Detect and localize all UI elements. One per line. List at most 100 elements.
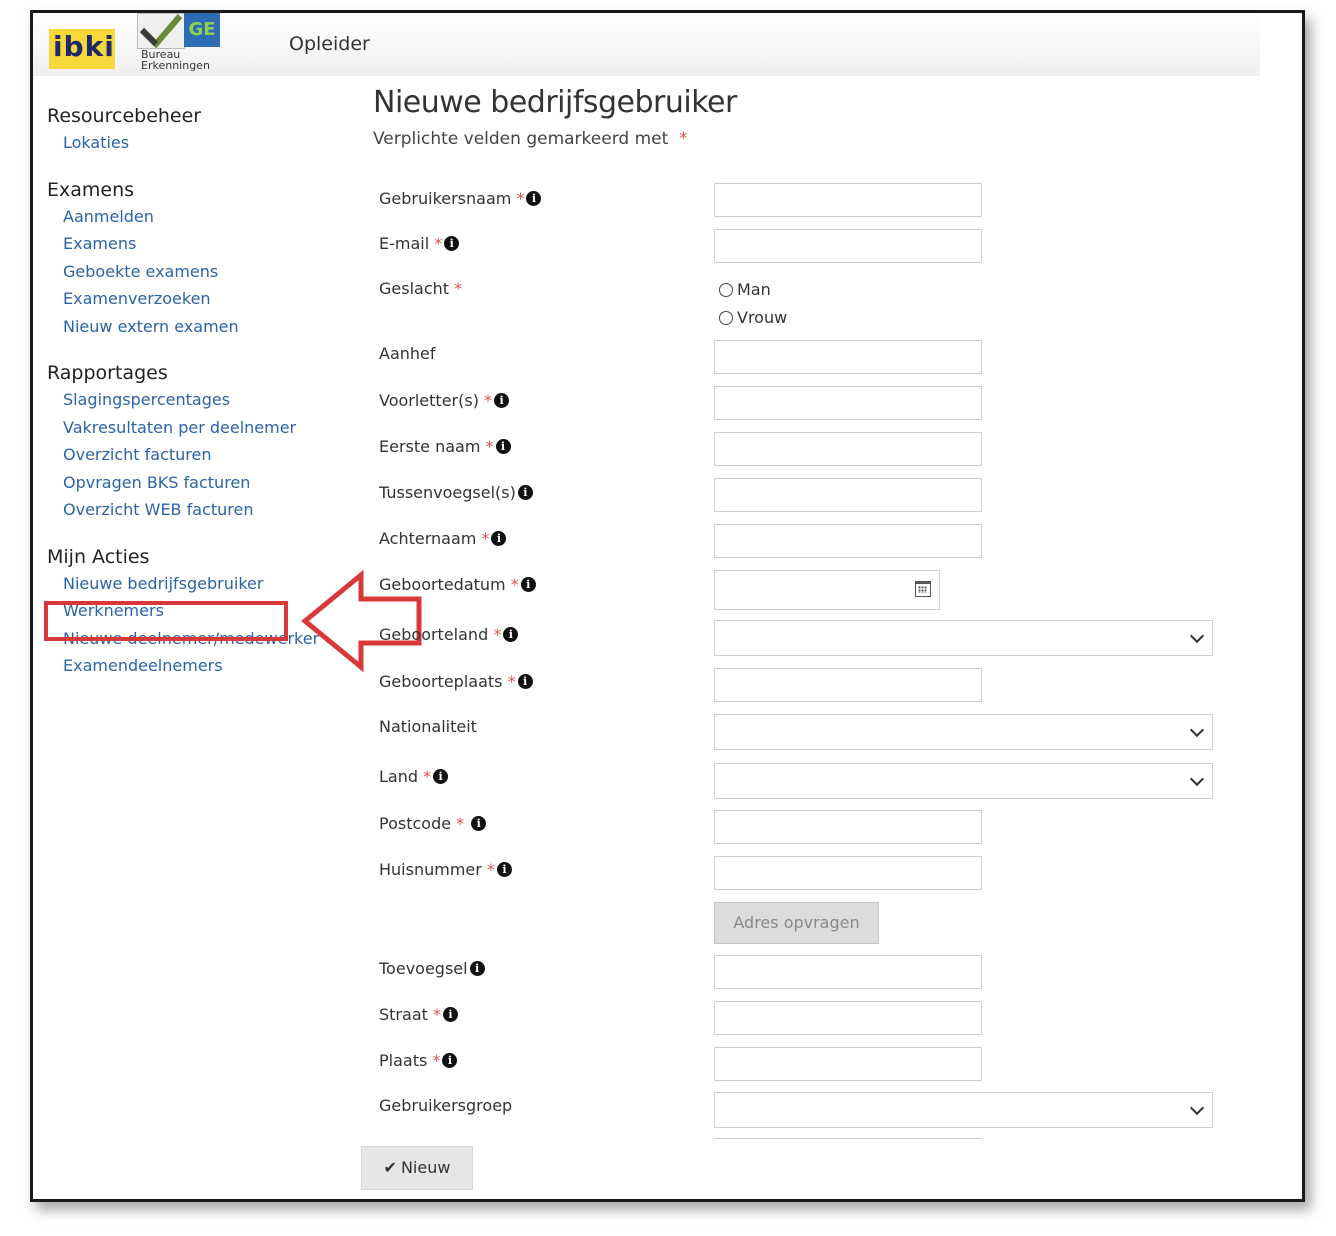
plaats-input[interactable] xyxy=(714,1047,982,1081)
label-huisnummer: Huisnummer * i xyxy=(379,860,512,879)
label-text: Geboorteland xyxy=(379,625,489,644)
info-icon[interactable]: i xyxy=(471,816,487,831)
label-straat: Straat * i xyxy=(379,1005,458,1024)
sidebar-item-nieuw-extern-examen[interactable]: Nieuw extern examen xyxy=(47,313,347,341)
info-icon[interactable]: i xyxy=(442,1053,458,1068)
info-icon[interactable]: i xyxy=(469,961,485,976)
chevron-down-icon xyxy=(1189,628,1205,644)
label-text: Tussenvoegsel(s) xyxy=(379,483,516,502)
geboortedatum-input[interactable] xyxy=(714,570,940,610)
info-icon[interactable]: i xyxy=(495,439,511,454)
sidebar-item-overzicht-facturen[interactable]: Overzicht facturen xyxy=(47,441,347,469)
label-text: Nationaliteit xyxy=(379,717,477,736)
info-icon[interactable]: i xyxy=(496,862,512,877)
required-asterisk: * xyxy=(510,575,519,594)
gender-option-man[interactable]: Man xyxy=(719,279,771,301)
required-asterisk: * xyxy=(456,814,465,833)
sidebar-item-web-facturen[interactable]: Overzicht WEB facturen xyxy=(47,496,347,524)
gender-option-vrouw[interactable]: Vrouw xyxy=(719,307,787,329)
gebruikersgroep-select[interactable] xyxy=(714,1092,1213,1128)
nieuw-button-label: Nieuw xyxy=(400,1158,451,1177)
label-text: Plaats xyxy=(379,1051,428,1070)
required-asterisk: * xyxy=(434,234,443,253)
info-icon[interactable]: i xyxy=(433,769,449,784)
email-input[interactable] xyxy=(714,229,982,263)
info-icon[interactable]: i xyxy=(444,236,460,251)
cut-off-field xyxy=(714,1138,982,1142)
label-text: Gebruikersnaam xyxy=(379,189,512,208)
label-email: E-mail * i xyxy=(379,234,460,253)
required-asterisk: * xyxy=(454,279,463,298)
sidebar-item-lokaties[interactable]: Lokaties xyxy=(47,129,347,157)
sidebar-item-slagingspercentages[interactable]: Slagingspercentages xyxy=(47,386,347,414)
postcode-input[interactable] xyxy=(714,810,982,844)
label-text: Achternaam xyxy=(379,529,477,548)
sidebar-item-vakresultaten[interactable]: Vakresultaten per deelnemer xyxy=(47,414,347,442)
label-text: Geboorteplaats xyxy=(379,672,503,691)
eerste-naam-input[interactable] xyxy=(714,432,982,466)
required-asterisk: * xyxy=(432,1005,441,1024)
geboorteland-select[interactable] xyxy=(714,620,1213,656)
label-text: Aanhef xyxy=(379,344,436,363)
nieuw-button[interactable]: ✔ Nieuw xyxy=(361,1146,473,1190)
logo-caption: Bureau Erkenningen xyxy=(141,49,210,71)
sidebar-group-title: Rapportages xyxy=(47,362,168,384)
info-icon[interactable]: i xyxy=(517,674,533,689)
sidebar-item-examenverzoeken[interactable]: Examenverzoeken xyxy=(47,285,347,313)
adres-opvragen-button[interactable]: Adres opvragen xyxy=(714,902,879,944)
role-label: Opleider xyxy=(289,33,370,55)
radio-label: Man xyxy=(737,280,771,299)
land-select[interactable] xyxy=(714,763,1213,799)
radio-man[interactable] xyxy=(719,283,733,297)
sidebar-item-examens[interactable]: Examens xyxy=(47,230,347,258)
info-icon[interactable]: i xyxy=(442,1007,458,1022)
straat-input[interactable] xyxy=(714,1001,982,1035)
achternaam-input[interactable] xyxy=(714,524,982,558)
sidebar-group-resourcebeheer: Resourcebeheer Lokaties xyxy=(47,103,347,157)
radio-vrouw[interactable] xyxy=(719,311,733,325)
label-eerste-naam: Eerste naam * i xyxy=(379,437,511,456)
info-icon[interactable]: i xyxy=(520,577,536,592)
calendar-icon[interactable] xyxy=(915,581,931,597)
label-gebruikersnaam: Gebruikersnaam * i xyxy=(379,189,542,208)
tussenvoegsels-input[interactable] xyxy=(714,478,982,512)
label-text: Voorletter(s) xyxy=(379,391,479,410)
sidebar-group-examens: Examens Aanmelden Examens Geboekte exame… xyxy=(47,177,347,341)
checkmark-icon: ✔ xyxy=(383,1158,397,1177)
ge-badge: GE xyxy=(184,13,220,47)
annotation-highlight-box xyxy=(44,601,288,641)
required-asterisk: * xyxy=(507,672,516,691)
label-geboorteland: Geboorteland * i xyxy=(379,625,519,644)
info-icon[interactable]: i xyxy=(491,531,507,546)
logo-caption-line2: Erkenningen xyxy=(141,59,210,72)
nationaliteit-select[interactable] xyxy=(714,714,1213,750)
label-land: Land * i xyxy=(379,767,449,786)
required-asterisk: * xyxy=(485,437,494,456)
label-geslacht: Geslacht * xyxy=(379,279,462,298)
required-hint-text: Verplichte velden gemarkeerd met xyxy=(373,129,669,149)
label-text: Toevoegsel xyxy=(379,959,468,978)
sidebar-group-title: Mijn Acties xyxy=(47,545,150,568)
info-icon[interactable]: i xyxy=(526,191,542,206)
label-text: E-mail xyxy=(379,234,430,253)
required-hint: Verplichte velden gemarkeerd met * xyxy=(373,129,1273,149)
toevoegsel-input[interactable] xyxy=(714,955,982,989)
sidebar-item-aanmelden[interactable]: Aanmelden xyxy=(47,203,347,231)
huisnummer-input[interactable] xyxy=(714,856,982,890)
sidebar-item-bks-facturen[interactable]: Opvragen BKS facturen xyxy=(47,469,347,497)
label-geboorteplaats: Geboorteplaats * i xyxy=(379,672,533,691)
sidebar-group-rapportages: Rapportages Slagingspercentages Vakresul… xyxy=(47,360,347,524)
geboorteplaats-input[interactable] xyxy=(714,668,982,702)
voorletters-input[interactable] xyxy=(714,386,982,420)
label-toevoegsel: Toevoegsel i xyxy=(379,959,485,978)
sidebar-item-geboekte-examens[interactable]: Geboekte examens xyxy=(47,258,347,286)
aanhef-input[interactable] xyxy=(714,340,982,374)
label-tussenvoegsels: Tussenvoegsel(s) i xyxy=(379,483,533,502)
label-text: Gebruikersgroep xyxy=(379,1096,513,1115)
ibki-logo[interactable]: ibki xyxy=(49,29,117,69)
label-text: Geboortedatum xyxy=(379,575,506,594)
info-icon[interactable]: i xyxy=(494,393,510,408)
info-icon[interactable]: i xyxy=(503,627,519,642)
info-icon[interactable]: i xyxy=(517,485,533,500)
gebruikersnaam-input[interactable] xyxy=(714,183,982,217)
